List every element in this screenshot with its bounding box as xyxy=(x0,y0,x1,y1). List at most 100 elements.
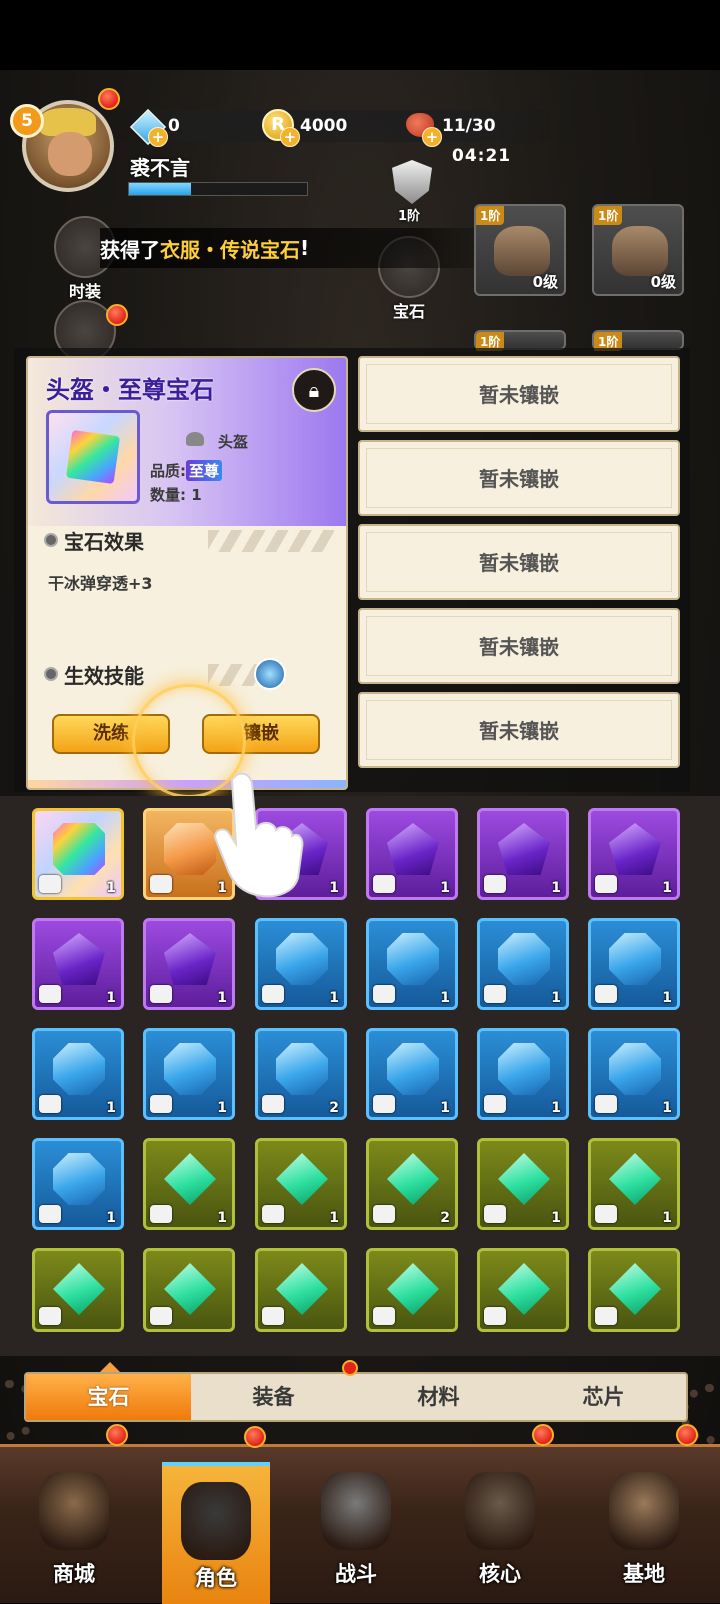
diamond-count: 0 xyxy=(168,116,180,136)
inventory-gem-item[interactable]: 1 xyxy=(143,1138,235,1230)
equipment-slot-helmet[interactable]: 1阶 0级 xyxy=(474,204,566,296)
stamina-resource[interactable]: + 11/30 xyxy=(404,109,496,147)
socket-empty-label: 暂未镶嵌 xyxy=(366,448,672,508)
inventory-gem-item[interactable]: 1 xyxy=(477,808,569,900)
inventory-gem-item[interactable]: 1 xyxy=(588,918,680,1010)
inventory-gem-item[interactable]: 1 xyxy=(255,1138,347,1230)
inventory-gem-item[interactable]: 1 xyxy=(32,918,124,1010)
gem-socket-slot[interactable]: 暂未镶嵌 xyxy=(358,356,680,432)
equipment-slot-glove[interactable]: 1阶 xyxy=(592,330,684,351)
inventory-gem-item[interactable]: 1 xyxy=(588,1138,680,1230)
inventory-gem-item[interactable]: 2 xyxy=(366,1138,458,1230)
inventory-gem-item[interactable]: 1 xyxy=(32,808,124,900)
inventory-gem-item[interactable]: 1 xyxy=(32,1028,124,1120)
inventory-gem-item[interactable] xyxy=(32,1248,124,1332)
meat-stamina-icon: + xyxy=(404,109,442,147)
quantity-label: 数量: xyxy=(150,486,186,504)
oct-gem-icon xyxy=(164,1043,216,1095)
boots-slot-icon xyxy=(484,1307,506,1325)
shop-icon xyxy=(39,1472,109,1550)
gem-socket-slot[interactable]: 暂未镶嵌 xyxy=(358,524,680,600)
rank-label: 1阶 xyxy=(398,209,421,224)
core-icon xyxy=(465,1472,535,1550)
coin-resource[interactable]: R + 4000 xyxy=(262,109,347,147)
inventory-gem-item[interactable]: 1 xyxy=(32,1138,124,1230)
diamond-resource[interactable]: + 0 xyxy=(129,108,180,147)
item-quantity: 1 xyxy=(217,1210,227,1226)
pent-gem-icon xyxy=(498,823,550,875)
shield-icon xyxy=(392,160,432,204)
inventory-gem-item[interactable] xyxy=(366,1248,458,1332)
nav-notification-dot xyxy=(106,1424,128,1446)
diamond-gem-icon xyxy=(164,1263,216,1315)
inventory-gem-item[interactable]: 1 xyxy=(366,1028,458,1120)
inventory-gem-item[interactable]: 1 xyxy=(366,918,458,1010)
item-quantity: 1 xyxy=(662,1210,672,1226)
nav-core[interactable]: 核心 xyxy=(440,1456,560,1600)
inventory-gem-item[interactable]: 1 xyxy=(143,918,235,1010)
player-level-badge: 5 xyxy=(10,104,44,138)
inventory-gem-item[interactable] xyxy=(588,1248,680,1332)
add-stamina-icon[interactable]: + xyxy=(422,127,442,147)
inventory-gem-item[interactable]: 1 xyxy=(255,918,347,1010)
gem-quantity: 数量: 1 xyxy=(150,484,202,505)
lock-icon: 🔒︎ xyxy=(308,378,320,402)
tab-material[interactable]: 材料 xyxy=(356,1374,521,1420)
item-quantity: 2 xyxy=(440,1210,450,1226)
inventory-gem-item[interactable] xyxy=(477,1248,569,1332)
socket-empty-label: 暂未镶嵌 xyxy=(366,532,672,592)
item-quantity: 1 xyxy=(106,880,116,896)
pants-slot-icon xyxy=(373,1095,395,1113)
item-quantity: 1 xyxy=(662,1100,672,1116)
add-coin-icon[interactable]: + xyxy=(280,127,300,147)
inventory-gem-item[interactable] xyxy=(255,1248,347,1332)
bullet-icon xyxy=(44,533,58,547)
tab-equipment[interactable]: 装备 xyxy=(191,1374,356,1420)
inventory-gem-item[interactable]: 1 xyxy=(588,1028,680,1120)
gauntlet-slot-icon xyxy=(595,875,617,893)
item-quantity: 1 xyxy=(551,990,561,1006)
quality-value: 至尊 xyxy=(186,460,223,481)
pants-slot-icon xyxy=(262,1095,284,1113)
inventory-gem-item[interactable]: 1 xyxy=(588,808,680,900)
inventory-gem-item[interactable]: 1 xyxy=(366,808,458,900)
ice-skill-icon[interactable] xyxy=(254,658,286,690)
cube-gem-icon xyxy=(164,823,216,875)
inventory-gem-item[interactable]: 2 xyxy=(255,1028,347,1120)
equipment-slot-gauntlet[interactable]: 1阶 0级 xyxy=(592,204,684,296)
effect-section-heading: 宝石效果 xyxy=(44,526,334,554)
avatar-notification-dot xyxy=(98,88,120,110)
inventory-gem-item[interactable]: 1 xyxy=(477,1028,569,1120)
inventory-gem-item[interactable]: 1 xyxy=(143,1028,235,1120)
gem-socket-slot[interactable]: 暂未镶嵌 xyxy=(358,440,680,516)
equipment-slot-armor[interactable]: 1阶 xyxy=(474,330,566,351)
oct-gem-icon xyxy=(498,933,550,985)
item-quantity: 1 xyxy=(551,1210,561,1226)
inventory-gem-item[interactable] xyxy=(143,1248,235,1332)
gem-side-label: 宝石 xyxy=(392,302,425,321)
lock-button[interactable]: 🔒︎ xyxy=(292,368,336,412)
item-quantity: 1 xyxy=(329,880,339,896)
gem-socket-slot[interactable]: 暂未镶嵌 xyxy=(358,692,680,768)
inventory-gem-item[interactable]: 1 xyxy=(477,1138,569,1230)
experience-bar xyxy=(128,182,308,196)
item-quantity: 1 xyxy=(217,1100,227,1116)
inventory-gem-item[interactable]: 1 xyxy=(477,918,569,1010)
nav-character[interactable]: 角色 xyxy=(162,1462,270,1604)
nav-shop[interactable]: 商城 xyxy=(14,1456,134,1600)
add-diamond-icon[interactable]: + xyxy=(148,127,168,147)
nav-battle[interactable]: 战斗 xyxy=(296,1456,416,1600)
effect-heading-text: 宝石效果 xyxy=(64,529,144,554)
inventory-tabs: 宝石 装备 材料 芯片 xyxy=(24,1372,688,1422)
skill-heading-text: 生效技能 xyxy=(64,663,144,688)
gem-socket-slot[interactable]: 暂未镶嵌 xyxy=(358,608,680,684)
pants-slot-icon xyxy=(39,985,61,1003)
nav-label: 核心 xyxy=(479,1562,521,1586)
gem-effect-text: 干冰弹穿透+3 xyxy=(48,574,153,593)
tab-gem[interactable]: 宝石 xyxy=(26,1374,191,1420)
tab-chip[interactable]: 芯片 xyxy=(521,1374,686,1420)
socket-empty-label: 暂未镶嵌 xyxy=(366,616,672,676)
item-quantity: 1 xyxy=(106,1100,116,1116)
nav-base[interactable]: 基地 xyxy=(584,1456,704,1600)
costume-label: 时装 xyxy=(68,282,101,301)
